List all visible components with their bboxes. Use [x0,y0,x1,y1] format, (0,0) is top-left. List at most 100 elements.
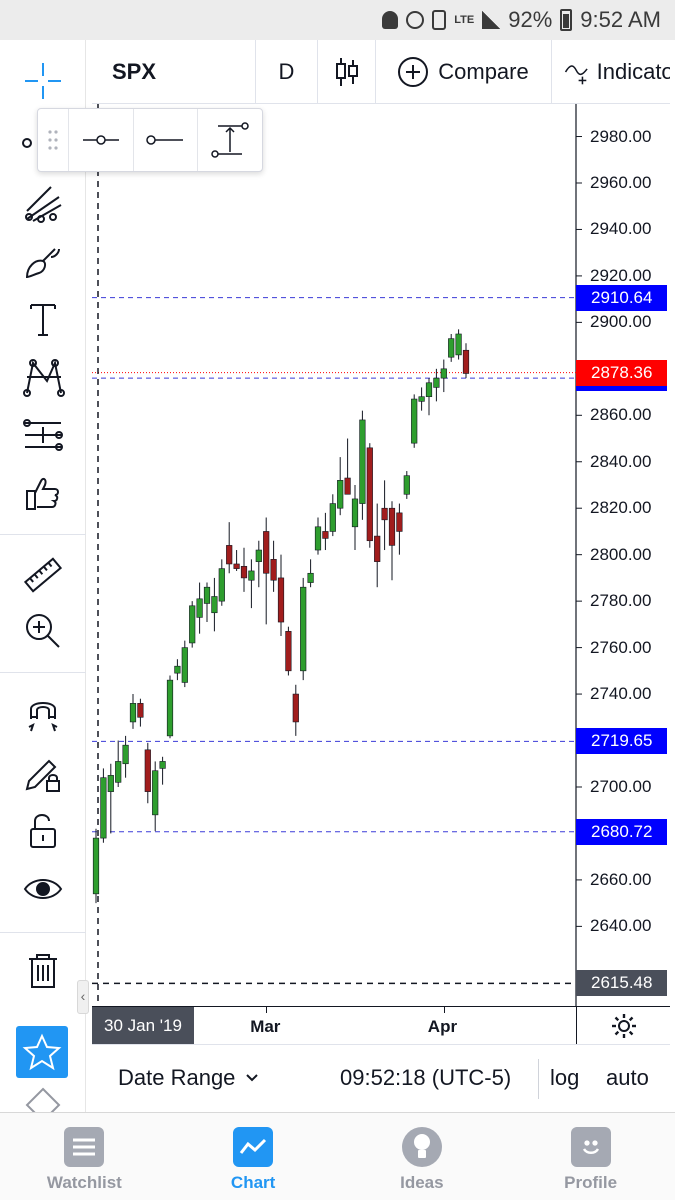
candle-up [307,572,314,583]
price-tick-label: 2960.00 [590,172,652,192]
price-tick-label: 2760.00 [590,637,652,657]
profile-icon [570,1127,611,1167]
chart-area[interactable]: 2980.002960.002940.002920.002900.002880.… [92,104,670,1010]
drag-handle-icon[interactable] [38,109,68,171]
crosshair-icon[interactable] [18,56,68,106]
chart-bottom-bar: Date Range 09:52:18 (UTC-5) log auto [92,1044,670,1110]
signal-icon [482,11,501,29]
toolbar-collapse-handle[interactable]: ‹ [77,980,89,1014]
toolbar-separator [0,932,86,933]
candle-up [152,770,159,816]
lock-drawing-icon[interactable] [18,748,68,798]
candle-up [255,549,262,562]
thumbs-up-icon[interactable] [18,468,68,518]
magnet-icon[interactable] [18,690,68,740]
candle-up [92,837,100,895]
candle-down [263,531,270,574]
brush-icon[interactable] [18,236,68,286]
auto-scale-button[interactable]: auto [606,1065,649,1091]
zoom-in-icon[interactable] [18,606,68,656]
unlock-icon[interactable] [18,806,68,856]
price-range-icon[interactable] [197,109,262,171]
time-tick-label: Apr [427,1017,458,1036]
text-icon[interactable] [18,294,68,344]
eye-icon[interactable] [18,864,68,914]
nav-chart[interactable]: Chart [169,1113,338,1200]
time-axis[interactable]: Mar Apr 30 Jan '19 [92,1006,670,1045]
lte-icon: LTE [454,14,475,26]
candle-up [211,596,218,614]
time-tick-label: Mar [250,1017,281,1036]
symbol-search[interactable]: SPX [92,40,256,103]
candle-up [411,398,418,444]
prediction-icon[interactable] [18,410,68,460]
candle-up [129,703,137,723]
horizontal-line-icon[interactable] [132,109,198,171]
fib-icon[interactable] [18,178,68,228]
ideas-icon [401,1127,442,1167]
price-tick-label: 2640.00 [590,916,652,936]
candle-up [122,744,129,765]
ruler-icon[interactable] [18,550,68,600]
price-tick-label: 2940.00 [590,219,652,239]
toolbar-separator [0,672,86,673]
price-tick-label: 2780.00 [590,591,652,611]
candle-up [166,679,174,737]
candle-up [418,396,425,402]
candle-up [248,570,255,581]
pattern-icon[interactable] [18,352,68,402]
interval-button[interactable]: D [256,40,318,103]
candle-down [226,545,233,565]
candle-up [425,382,433,398]
candle-down [292,693,299,723]
candle-up [189,605,196,644]
nav-label: Watchlist [46,1173,122,1192]
price-tick-label: 2700.00 [590,776,652,796]
chart-clock[interactable]: 09:52:18 (UTC-5) [340,1065,511,1091]
settings-button[interactable] [576,1007,670,1045]
compare-button[interactable]: Compare [376,40,552,103]
candle-down [285,631,292,672]
candle-up [203,586,211,604]
candle-down [137,703,144,718]
level-price-badge: 2680.72 [576,818,667,845]
chart-type-button[interactable] [318,40,376,103]
candle-up [196,598,203,618]
clock-time: 9:52 AM [580,7,661,32]
nav-label: Chart [230,1173,276,1192]
candle-up [440,368,447,379]
last-price-badge: 2878.36 [576,359,667,386]
candle-down [396,512,403,532]
candle-down [270,559,277,581]
candles-icon [335,58,358,86]
candle-up [115,761,122,783]
nav-watchlist[interactable]: Watchlist [0,1113,169,1200]
indicators-label: Indicators [596,59,670,84]
candle-up [159,761,166,769]
star-icon[interactable] [16,1026,68,1078]
horizontal-ray-icon[interactable] [67,109,133,171]
price-tick-label: 2860.00 [590,405,652,425]
nav-profile[interactable]: Profile [506,1113,675,1200]
chart-toolbar: SPX D Compare Indicators [92,40,670,104]
candle-up [433,377,440,388]
toolbar-separator [0,534,86,535]
battery-icon [560,9,573,31]
candle-down [462,349,470,374]
candle-up [337,480,344,509]
candle-down [144,749,151,792]
candlestick-chart[interactable] [92,104,670,1010]
indicators-button[interactable]: Indicators [552,40,670,103]
level-price-badge: 2719.65 [576,728,667,755]
price-tick-label: 2920.00 [590,265,652,285]
log-scale-button[interactable]: log [550,1065,579,1091]
nav-ideas[interactable]: Ideas [338,1113,507,1200]
candle-down [240,565,248,579]
candle-up [448,338,455,358]
date-range-button[interactable]: Date Range [118,1065,259,1091]
trash-icon[interactable] [18,946,68,996]
candle-down [277,577,285,623]
battery-percent: 92% [508,7,553,32]
candle-up [174,665,181,674]
floating-drawing-toolbar [37,108,263,172]
